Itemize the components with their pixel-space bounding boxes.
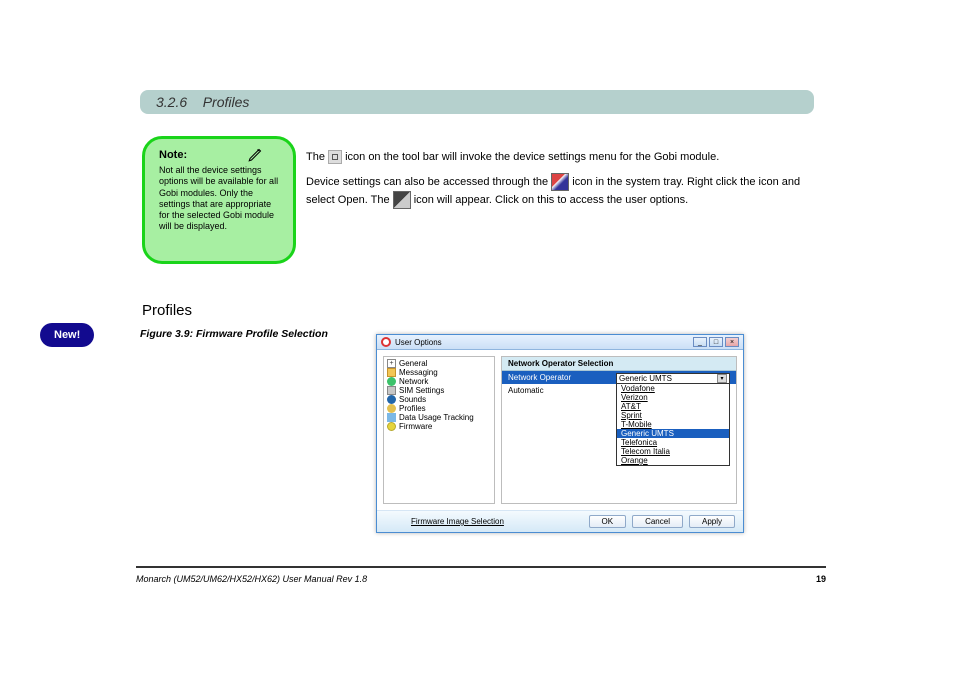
- dialog-title: User Options: [395, 338, 442, 347]
- tree-item-label: Network: [399, 377, 428, 386]
- tree-item-label: General: [399, 359, 427, 368]
- note-text: Not all the device settings options will…: [159, 165, 279, 233]
- figure-caption: Figure 3.9: Firmware Profile Selection: [140, 328, 328, 340]
- close-button[interactable]: ×: [725, 337, 739, 347]
- note-box: Note: Not all the device settings option…: [142, 136, 296, 264]
- profiles-heading: Profiles: [142, 302, 192, 319]
- dropdown-item[interactable]: Vodafone: [617, 384, 729, 393]
- user-options-dialog: User Options _ □ × +GeneralMessagingNetw…: [376, 334, 744, 533]
- right-panel: Network Operator Selection Network Opera…: [501, 356, 737, 504]
- pen-icon: [247, 145, 265, 163]
- tray-app-icon: [551, 173, 569, 191]
- body-paragraphs: The icon on the tool bar will invoke the…: [306, 150, 826, 217]
- dropdown-current: Generic UMTS: [619, 374, 672, 383]
- panel-title: Network Operator Selection: [502, 357, 736, 371]
- row-label: Automatic: [508, 386, 616, 395]
- prof-icon: [387, 404, 396, 413]
- dropdown-item[interactable]: Verizon: [617, 393, 729, 402]
- minimize-button[interactable]: _: [693, 337, 707, 347]
- section-number: 3.2.6: [156, 94, 187, 110]
- tree-item-label: SIM Settings: [399, 386, 444, 395]
- app-icon: [381, 337, 391, 347]
- wrench-icon: [393, 191, 411, 209]
- tree-item-label: Firmware: [399, 422, 432, 431]
- row-label: Network Operator: [508, 373, 616, 382]
- ok-button[interactable]: OK: [589, 515, 627, 528]
- cancel-button[interactable]: Cancel: [632, 515, 683, 528]
- firmware-image-link[interactable]: Firmware Image Selection: [411, 517, 504, 526]
- maximize-button[interactable]: □: [709, 337, 723, 347]
- dialog-footer: Firmware Image Selection OK Cancel Apply: [377, 510, 743, 532]
- dropdown-item[interactable]: Sprint: [617, 411, 729, 420]
- dropdown-item[interactable]: Telefonica: [617, 438, 729, 447]
- plus-icon: +: [387, 359, 396, 368]
- dropdown-list[interactable]: VodafoneVerizonAT&TSprintT-MobileGeneric…: [617, 384, 729, 465]
- dropdown-item[interactable]: T-Mobile: [617, 420, 729, 429]
- chevron-down-icon[interactable]: ▾: [717, 374, 727, 383]
- sim-icon: [387, 386, 396, 395]
- folder-icon: [387, 368, 396, 377]
- dropdown-item[interactable]: Telecom Italia: [617, 447, 729, 456]
- tree-item[interactable]: Profiles: [386, 404, 492, 413]
- network-operator-dropdown[interactable]: Generic UMTS ▾ VodafoneVerizonAT&TSprint…: [616, 373, 730, 466]
- dropdown-item[interactable]: AT&T: [617, 402, 729, 411]
- tree-item[interactable]: +General: [386, 359, 492, 368]
- tree-item-label: Profiles: [399, 404, 426, 413]
- section-title: Profiles: [203, 94, 250, 110]
- sound-icon: [387, 395, 396, 404]
- new-badge: New!: [40, 323, 94, 347]
- tree-item-label: Messaging: [399, 368, 438, 377]
- dropdown-item[interactable]: Generic UMTS: [617, 429, 729, 438]
- tree-item[interactable]: Network: [386, 377, 492, 386]
- tree-item-label: Sounds: [399, 395, 426, 404]
- section-header: 3.2.6 Profiles: [140, 90, 814, 114]
- usage-icon: [387, 413, 396, 422]
- tree-item[interactable]: Data Usage Tracking: [386, 413, 492, 422]
- dropdown-item[interactable]: Orange: [617, 456, 729, 465]
- tree-item[interactable]: Sounds: [386, 395, 492, 404]
- note-label: Note:: [159, 149, 187, 161]
- footer-page-number: 19: [816, 574, 826, 584]
- tree-item[interactable]: SIM Settings: [386, 386, 492, 395]
- dialog-titlebar[interactable]: User Options _ □ ×: [377, 335, 743, 350]
- apply-button[interactable]: Apply: [689, 515, 735, 528]
- tree-item[interactable]: Firmware: [386, 422, 492, 431]
- globe-icon: [387, 377, 396, 386]
- footer-rule: [136, 566, 826, 568]
- fw-icon: [387, 422, 396, 431]
- footer-left: Monarch (UM52/UM62/HX52/HX62) User Manua…: [136, 574, 367, 584]
- stop-icon: [328, 150, 342, 164]
- tree-item-label: Data Usage Tracking: [399, 413, 474, 422]
- tree-item[interactable]: Messaging: [386, 368, 492, 377]
- settings-tree[interactable]: +GeneralMessagingNetworkSIM SettingsSoun…: [383, 356, 495, 504]
